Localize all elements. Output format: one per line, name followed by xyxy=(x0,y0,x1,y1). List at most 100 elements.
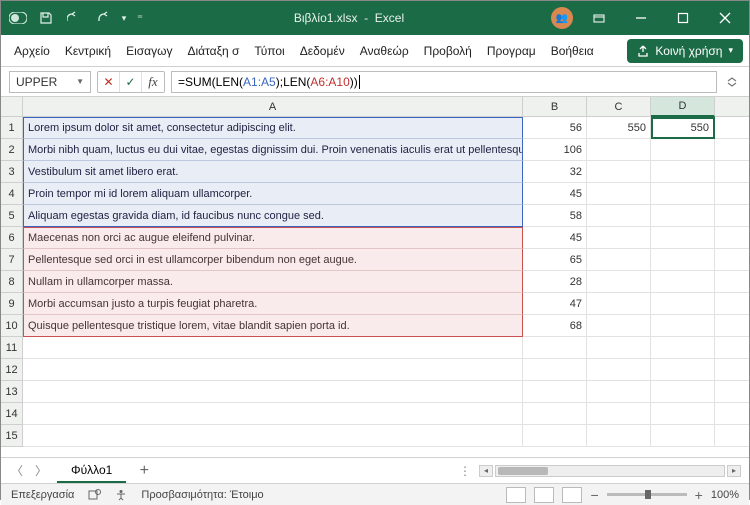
formula-input[interactable]: =SUM(LEN(A1:A5); LEN(A6:A10)) xyxy=(171,71,717,93)
column-header-B[interactable]: B xyxy=(523,97,587,117)
ribbon-display-icon[interactable] xyxy=(579,3,619,33)
cell-blank1[interactable] xyxy=(715,117,749,139)
sheet-nav-next[interactable]: 〉 xyxy=(33,462,49,479)
fx-icon[interactable]: fx xyxy=(142,72,164,92)
enter-icon[interactable]: ✓ xyxy=(120,72,142,92)
cell-a10[interactable]: Quisque pellentesque tristique lorem, vi… xyxy=(23,315,523,337)
cell-b7[interactable]: 65 xyxy=(523,249,587,271)
cell-b12[interactable] xyxy=(523,359,587,381)
cell-blank8[interactable] xyxy=(715,271,749,293)
row-header-7[interactable]: 7 xyxy=(1,249,23,271)
row-header-1[interactable]: 1 xyxy=(1,117,23,139)
cell-a5[interactable]: Aliquam egestas gravida diam, id faucibu… xyxy=(23,205,523,227)
avatar[interactable]: 👥 xyxy=(551,7,573,29)
cell-b13[interactable] xyxy=(523,381,587,403)
cell-blank5[interactable] xyxy=(715,205,749,227)
row-header-3[interactable]: 3 xyxy=(1,161,23,183)
cell-c14[interactable] xyxy=(587,403,651,425)
cell-c6[interactable] xyxy=(587,227,651,249)
cell-b6[interactable]: 45 xyxy=(523,227,587,249)
tab-formulas[interactable]: Τύποι xyxy=(247,38,291,64)
view-normal-icon[interactable] xyxy=(506,487,526,503)
cell-d11[interactable] xyxy=(651,337,715,359)
cell-d10[interactable] xyxy=(651,315,715,337)
column-header-C[interactable]: C xyxy=(587,97,651,117)
cell-d1[interactable]: 550 xyxy=(651,117,715,139)
row-header-4[interactable]: 4 xyxy=(1,183,23,205)
zoom-in-icon[interactable]: + xyxy=(695,487,703,503)
cell-c10[interactable] xyxy=(587,315,651,337)
tab-data[interactable]: Δεδομέν xyxy=(293,38,352,64)
qat-dropdown-icon[interactable]: ▾ xyxy=(117,5,131,31)
tab-layout[interactable]: Διάταξη σ xyxy=(180,38,246,64)
cell-c4[interactable] xyxy=(587,183,651,205)
row-header-6[interactable]: 6 xyxy=(1,227,23,249)
cell-c5[interactable] xyxy=(587,205,651,227)
cell-a7[interactable]: Pellentesque sed orci in est ullamcorper… xyxy=(23,249,523,271)
scroll-right-icon[interactable]: ▸ xyxy=(727,465,741,477)
cell-blank13[interactable] xyxy=(715,381,749,403)
select-all-corner[interactable] xyxy=(1,97,23,117)
view-page-break-icon[interactable] xyxy=(562,487,582,503)
cell-c12[interactable] xyxy=(587,359,651,381)
save-icon[interactable] xyxy=(33,5,59,31)
expand-formula-bar-icon[interactable] xyxy=(723,76,741,88)
tab-home[interactable]: Κεντρική xyxy=(58,38,118,64)
cell-c7[interactable] xyxy=(587,249,651,271)
tab-view[interactable]: Προβολή xyxy=(417,38,479,64)
share-button[interactable]: Κοινή χρήση ▾ xyxy=(627,39,743,63)
cell-d12[interactable] xyxy=(651,359,715,381)
row-header-12[interactable]: 12 xyxy=(1,359,23,381)
cell-d14[interactable] xyxy=(651,403,715,425)
tab-help[interactable]: Βοήθεια xyxy=(544,38,601,64)
horizontal-scrollbar[interactable]: ◂ ▸ xyxy=(479,465,741,477)
cell-b5[interactable]: 58 xyxy=(523,205,587,227)
row-header-8[interactable]: 8 xyxy=(1,271,23,293)
zoom-out-icon[interactable]: − xyxy=(590,487,598,503)
cell-a1[interactable]: Lorem ipsum dolor sit amet, consectetur … xyxy=(23,117,523,139)
row-header-10[interactable]: 10 xyxy=(1,315,23,337)
view-page-layout-icon[interactable] xyxy=(534,487,554,503)
cell-d6[interactable] xyxy=(651,227,715,249)
undo-icon[interactable] xyxy=(61,5,87,31)
row-header-14[interactable]: 14 xyxy=(1,403,23,425)
cell-a6[interactable]: Maecenas non orci ac augue eleifend pulv… xyxy=(23,227,523,249)
cell-d4[interactable] xyxy=(651,183,715,205)
close-icon[interactable] xyxy=(705,3,745,33)
cell-d8[interactable] xyxy=(651,271,715,293)
cell-d9[interactable] xyxy=(651,293,715,315)
cell-b4[interactable]: 45 xyxy=(523,183,587,205)
cell-c1[interactable]: 550 xyxy=(587,117,651,139)
tab-file[interactable]: Αρχείο xyxy=(7,38,57,64)
cell-blank9[interactable] xyxy=(715,293,749,315)
cell-a3[interactable]: Vestibulum sit amet libero erat. xyxy=(23,161,523,183)
macro-record-icon[interactable] xyxy=(88,488,101,501)
cell-b11[interactable] xyxy=(523,337,587,359)
zoom-slider[interactable] xyxy=(607,493,687,496)
chevron-down-icon[interactable]: ▼ xyxy=(76,77,84,86)
scroll-track[interactable] xyxy=(495,465,725,477)
column-header-A[interactable]: A xyxy=(23,97,523,117)
cell-a15[interactable] xyxy=(23,425,523,447)
add-sheet-button[interactable]: + xyxy=(134,462,154,480)
cell-a2[interactable]: Morbi nibh quam, luctus eu dui vitae, eg… xyxy=(23,139,523,161)
cell-blank3[interactable] xyxy=(715,161,749,183)
sheet-nav-prev[interactable]: 〈 xyxy=(9,462,25,479)
name-box[interactable]: UPPER ▼ xyxy=(9,71,91,93)
cell-a14[interactable] xyxy=(23,403,523,425)
cell-a12[interactable] xyxy=(23,359,523,381)
cell-d3[interactable] xyxy=(651,161,715,183)
cell-blank7[interactable] xyxy=(715,249,749,271)
cell-d2[interactable] xyxy=(651,139,715,161)
column-header-D[interactable]: D xyxy=(651,97,715,117)
row-header-11[interactable]: 11 xyxy=(1,337,23,359)
cell-a8[interactable]: Nullam in ullamcorper massa. xyxy=(23,271,523,293)
worksheet[interactable]: ABCD 1Lorem ipsum dolor sit amet, consect… xyxy=(1,97,749,457)
cell-b3[interactable]: 32 xyxy=(523,161,587,183)
cell-b8[interactable]: 28 xyxy=(523,271,587,293)
qat-overflow-icon[interactable]: ⁼ xyxy=(133,5,147,31)
cell-b10[interactable]: 68 xyxy=(523,315,587,337)
tab-insert[interactable]: Εισαγωγ xyxy=(119,38,179,64)
tab-review[interactable]: Αναθεώρ xyxy=(353,38,416,64)
cell-a11[interactable] xyxy=(23,337,523,359)
